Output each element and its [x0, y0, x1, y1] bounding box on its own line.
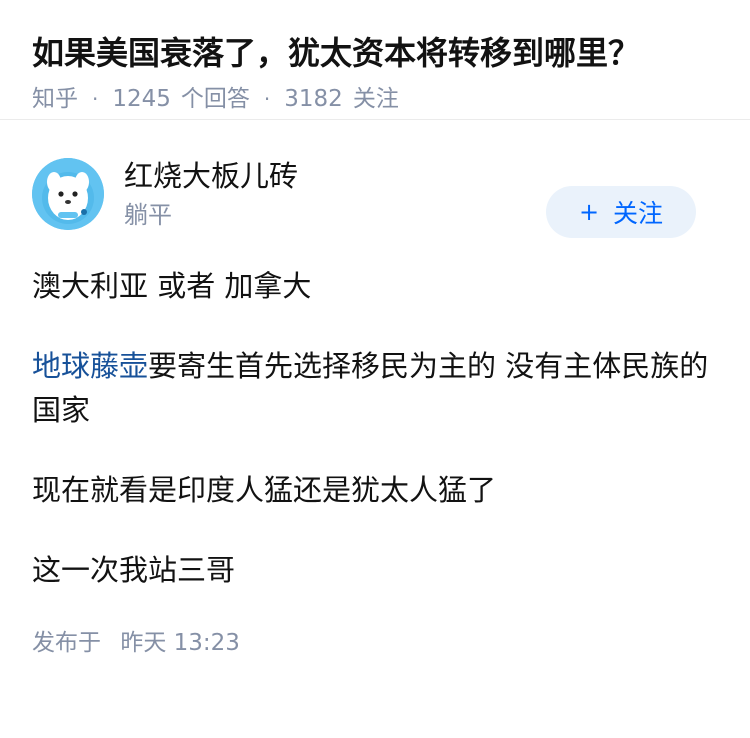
- author-row: 红烧大板儿砖 躺平 + 关注: [32, 120, 718, 238]
- answers-count: 1245: [112, 86, 171, 112]
- author-info: 红烧大板儿砖 躺平: [124, 157, 298, 231]
- publish-label: 发布于: [32, 630, 101, 656]
- answers-label[interactable]: 个回答: [181, 84, 250, 114]
- keyword-link[interactable]: 地球藤壶: [32, 349, 148, 383]
- avatar[interactable]: [32, 158, 104, 230]
- answer-paragraph: 现在就看是印度人猛还是犹太人猛了: [32, 473, 497, 507]
- publish-time: 发布于 昨天 13:23: [32, 628, 718, 658]
- plus-icon: +: [578, 198, 600, 226]
- answer-paragraph: 这一次我站三哥: [32, 553, 236, 587]
- author-name[interactable]: 红烧大板儿砖: [124, 157, 298, 195]
- separator-dot: ·: [92, 87, 99, 111]
- separator-dot: ·: [263, 87, 271, 111]
- answer-card: 红烧大板儿砖 躺平 + 关注 澳大利亚 或者 加拿大 地球藤壶要寄生首先选择移民…: [0, 120, 750, 658]
- followers-count: 3182: [284, 86, 343, 112]
- question-meta: 知乎 · 1245 个回答 · 3182 关注: [32, 84, 718, 114]
- follow-button-label: 关注: [613, 199, 664, 228]
- answer-paragraph: 地球藤壶要寄生首先选择移民为主的 没有主体民族的国家: [32, 344, 718, 432]
- cartoon-mascot-avatar-icon: [32, 158, 104, 230]
- followers-label[interactable]: 关注: [353, 84, 399, 114]
- question-header: 如果美国衰落了，犹太资本将转移到哪里？ 知乎 · 1245 个回答 · 3182…: [0, 0, 750, 120]
- publish-clock: 13:23: [173, 630, 240, 656]
- author-bio: 躺平: [124, 201, 172, 229]
- answer-paragraph: 澳大利亚 或者 加拿大: [32, 269, 312, 303]
- question-title[interactable]: 如果美国衰落了，犹太资本将转移到哪里？: [32, 30, 718, 76]
- source-label[interactable]: 知乎: [32, 84, 78, 114]
- answer-content: 澳大利亚 或者 加拿大 地球藤壶要寄生首先选择移民为主的 没有主体民族的国家 现…: [32, 264, 718, 592]
- publish-day: 昨天: [120, 630, 167, 656]
- follow-button[interactable]: + 关注: [546, 186, 696, 238]
